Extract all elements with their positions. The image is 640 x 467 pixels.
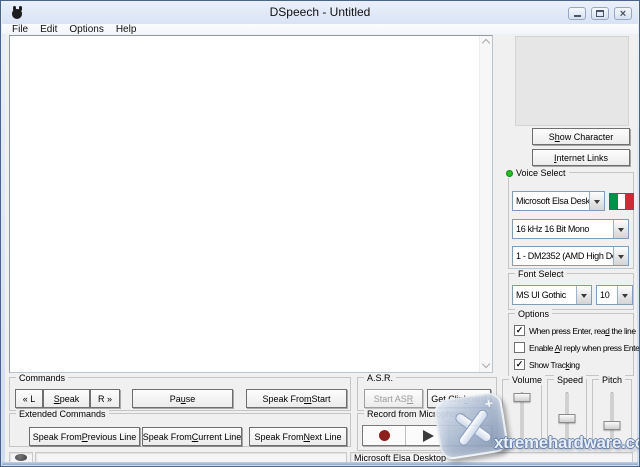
speak-button[interactable]: Speak [43, 389, 90, 408]
audio-format-value: 16 kHz 16 Bit Mono [513, 224, 613, 234]
dropdown-arrow-icon[interactable] [613, 247, 628, 265]
rewind-button[interactable]: « L [15, 389, 43, 408]
font-combo[interactable]: MS UI Gothic [512, 285, 592, 305]
font-size-value: 10 [597, 290, 617, 300]
status-field [35, 452, 347, 464]
check-icon: ✓ [516, 360, 524, 369]
checkbox[interactable]: ✓ [514, 359, 525, 370]
commands-label: Commands [16, 373, 68, 383]
option-read-line[interactable]: ✓ When press Enter, read the line [514, 325, 636, 336]
close-icon: × [620, 9, 626, 19]
minimize-button[interactable] [568, 7, 586, 20]
font-combo-value: MS UI Gothic [513, 290, 576, 300]
document-text[interactable] [12, 38, 476, 370]
audio-device-combo[interactable]: 1 - DM2352 (AMD High Definitio [512, 246, 629, 266]
checkbox[interactable]: ✓ [514, 325, 525, 336]
speak-from-start-button[interactable]: Speak From Start [246, 389, 347, 408]
minimize-icon [574, 15, 581, 17]
pitch-slider-thumb[interactable] [604, 421, 621, 430]
speak-next-line-button[interactable]: Speak From Next Line [249, 427, 347, 446]
menu-help[interactable]: Help [110, 24, 143, 35]
speak-previous-line-button[interactable]: Speak From Previous Line [29, 427, 140, 446]
volume-label: Volume [509, 375, 545, 385]
voice-select-label: Voice Select [516, 168, 566, 178]
pause-button[interactable]: Pause [132, 389, 233, 408]
document-text-area[interactable] [9, 35, 493, 373]
plus-icon: + [484, 395, 494, 411]
option-show-tracking[interactable]: ✓ Show Tracking [514, 359, 580, 370]
dropdown-arrow-icon[interactable] [617, 286, 632, 304]
character-display [515, 36, 629, 126]
volume-slider-thumb[interactable] [514, 393, 531, 402]
voice-select-legend: Voice Select [503, 168, 569, 178]
title-bar[interactable]: DSpeech - Untitled × [2, 2, 638, 24]
play-icon [423, 430, 434, 442]
audio-format-combo[interactable]: 16 kHz 16 Bit Mono [512, 219, 629, 239]
watermark-text: xtremehardware.com [494, 433, 640, 453]
window-controls: × [568, 7, 632, 20]
dropdown-arrow-icon[interactable] [576, 286, 591, 304]
start-asr-button[interactable]: Start ASR [364, 389, 423, 408]
window-title: DSpeech - Untitled [2, 5, 638, 19]
internet-links-button[interactable]: Internet Links [532, 149, 630, 166]
dropdown-arrow-icon[interactable] [613, 220, 628, 238]
menu-file[interactable]: File [6, 24, 34, 35]
font-select-label: Font Select [515, 269, 567, 279]
option-ai-reply[interactable]: Enable AI reply when press Enter [514, 342, 640, 353]
voice-combo[interactable]: Microsoft Elsa Desktop [512, 191, 605, 211]
voice-combo-value: Microsoft Elsa Desktop [513, 196, 589, 206]
asr-label: A.S.R. [364, 373, 396, 383]
dropdown-arrow-icon[interactable] [589, 192, 604, 210]
speak-current-line-button[interactable]: Speak From Current Line [142, 427, 242, 446]
maximize-button[interactable] [591, 7, 609, 20]
record-icon [379, 430, 390, 441]
forward-button[interactable]: R » [90, 389, 120, 408]
close-button[interactable]: × [614, 7, 632, 20]
speed-label: Speed [554, 375, 586, 385]
menu-edit[interactable]: Edit [34, 24, 63, 35]
italian-flag-icon [609, 193, 634, 210]
status-voice-field: Microsoft Elsa Desktop [350, 452, 633, 464]
pitch-label: Pitch [599, 375, 625, 385]
audio-device-value: 1 - DM2352 (AMD High Definitio [513, 251, 613, 261]
extended-commands-label: Extended Commands [16, 409, 109, 419]
editor-scrollbar[interactable] [479, 36, 492, 372]
options-label: Options [515, 309, 552, 319]
check-icon: ✓ [516, 326, 524, 335]
client-area: Show Character Internet Links Voice Sele… [5, 34, 637, 463]
status-icon-panel [9, 452, 33, 464]
scroll-up-icon[interactable] [483, 40, 490, 47]
voice-ready-indicator [506, 170, 513, 177]
speed-slider-thumb[interactable] [559, 414, 576, 423]
scroll-down-icon[interactable] [483, 361, 490, 368]
dspeech-window: DSpeech - Untitled × File Edit Options H… [0, 0, 640, 467]
speaker-icon [15, 454, 27, 461]
menu-options[interactable]: Options [63, 24, 109, 35]
font-size-combo[interactable]: 10 [596, 285, 633, 305]
show-character-button[interactable]: Show Character [532, 128, 630, 145]
maximize-icon [596, 10, 604, 17]
record-button[interactable] [363, 426, 406, 445]
status-voice-text: Microsoft Elsa Desktop [354, 453, 446, 463]
checkbox[interactable] [514, 342, 525, 353]
